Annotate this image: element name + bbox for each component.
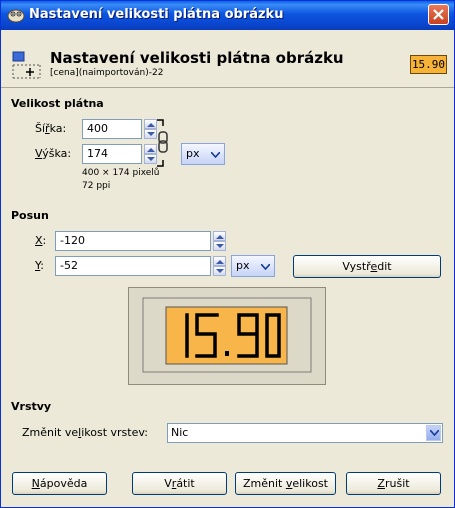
layers-section-label: Vrstvy: [11, 400, 52, 413]
y-offset-input[interactable]: -52: [55, 256, 211, 276]
image-thumbnail: 15.90: [410, 55, 447, 74]
offset-unit-select[interactable]: px: [231, 255, 275, 277]
x-offset-label: X:: [35, 234, 47, 247]
resize-layers-label: Změnit velikost vrstev:: [22, 426, 148, 439]
cancel-button[interactable]: Zrušit: [346, 472, 441, 495]
offset-section-label: Posun: [11, 209, 49, 222]
resolution-info: 72 ppi: [82, 181, 111, 191]
reset-button[interactable]: Vrátit: [132, 472, 227, 495]
y-offset-label: Y:: [35, 259, 44, 272]
close-icon: [433, 9, 444, 20]
width-label: Šířka:: [35, 122, 67, 135]
canvas-unit-select[interactable]: px: [181, 143, 225, 165]
height-label: Výška:: [35, 147, 72, 160]
canvas-size-icon: [12, 51, 41, 79]
width-input[interactable]: 400: [82, 119, 142, 139]
chain-link-icon[interactable]: [153, 118, 171, 168]
size-info: 400 × 174 pixelů: [82, 168, 160, 178]
close-button[interactable]: [428, 4, 449, 25]
gimp-app-icon: [7, 9, 25, 23]
chevron-down-icon: [430, 430, 439, 436]
resize-layers-value: Nic: [171, 426, 189, 439]
window-title: Nastavení velikosti plátna obrázku: [29, 7, 284, 22]
y-offset-spinner[interactable]: [213, 256, 226, 276]
spin-up-icon: [216, 260, 224, 264]
chevron-down-icon: [261, 264, 270, 270]
dropdown-button[interactable]: [426, 425, 441, 441]
resize-button[interactable]: Změnit velikost: [235, 472, 336, 495]
center-button[interactable]: Vystředit: [293, 255, 441, 278]
offset-unit-value: px: [236, 259, 250, 272]
canvas-size-section-label: Velikost plátna: [11, 97, 104, 110]
x-offset-spinner[interactable]: [213, 231, 226, 251]
x-offset-input[interactable]: -120: [55, 231, 211, 251]
spin-down-icon: [216, 244, 224, 248]
dialog-window: Nastavení velikosti plátna obrázku Nasta…: [0, 0, 455, 508]
height-input[interactable]: 174: [82, 144, 142, 164]
header-subtitle: [cena](naimportován)-22: [50, 68, 164, 78]
spin-down-icon: [216, 269, 224, 273]
header-title: Nastavení velikosti plátna obrázku: [50, 49, 344, 67]
title-bar[interactable]: Nastavení velikosti plátna obrázku: [1, 1, 454, 30]
canvas-unit-value: px: [186, 147, 200, 160]
spin-up-icon: [216, 235, 224, 239]
chevron-down-icon: [211, 152, 220, 158]
help-button[interactable]: Nápověda: [12, 472, 107, 495]
preview-image: [142, 297, 312, 373]
resize-layers-select[interactable]: Nic: [167, 423, 443, 443]
canvas-preview[interactable]: [128, 287, 326, 385]
